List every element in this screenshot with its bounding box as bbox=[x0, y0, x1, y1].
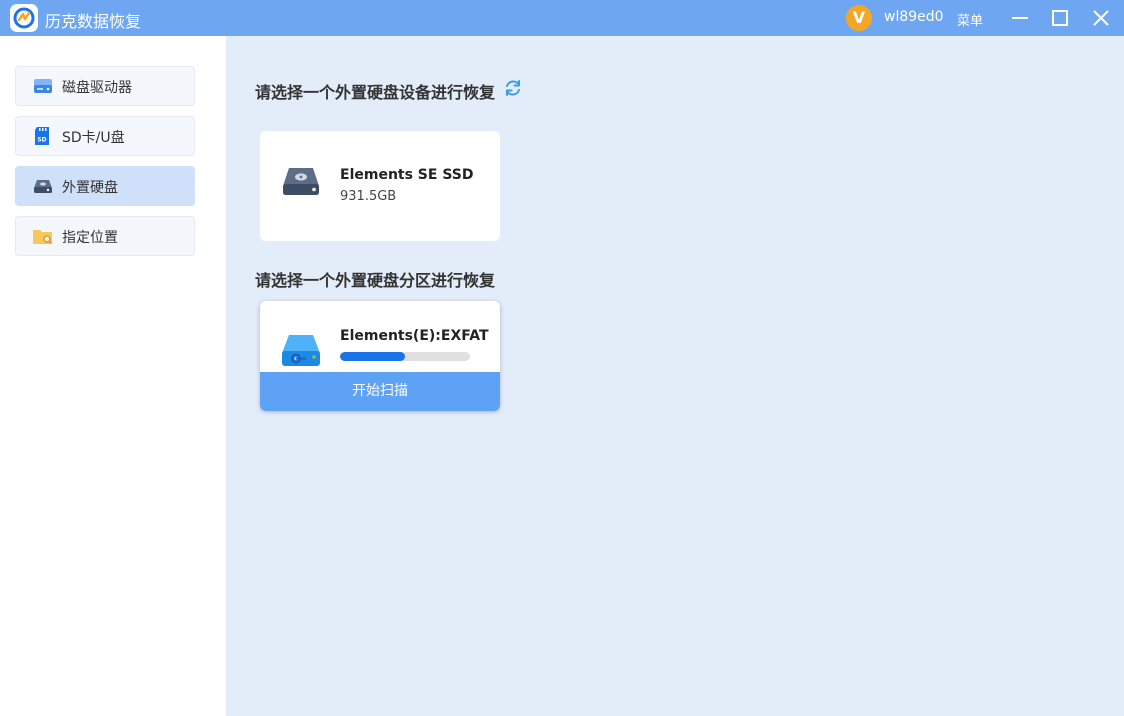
external-drive-icon bbox=[281, 166, 321, 202]
sidebar-item-specified-location[interactable]: 指定位置 bbox=[15, 216, 195, 256]
close-button[interactable] bbox=[1087, 4, 1115, 32]
sidebar: 磁盘驱动器 SD SD卡/U盘 外置硬盘 指定位置 bbox=[0, 36, 226, 716]
device-section-title: 请选择一个外置硬盘设备进行恢复 bbox=[255, 83, 496, 102]
external-drive-icon bbox=[32, 176, 54, 196]
partition-card[interactable]: Elements(E):EXFAT 开始扫描 bbox=[260, 301, 500, 411]
partition-drive-icon bbox=[280, 333, 322, 373]
folder-search-icon bbox=[32, 226, 54, 246]
close-icon bbox=[1093, 10, 1109, 26]
maximize-icon bbox=[1052, 10, 1068, 26]
minimize-button[interactable] bbox=[1006, 4, 1034, 32]
avatar[interactable]: V bbox=[846, 5, 872, 31]
sidebar-item-label: 外置硬盘 bbox=[62, 180, 118, 196]
app-title: 历克数据恢复 bbox=[45, 12, 142, 31]
partition-usage-bar bbox=[340, 352, 470, 361]
sidebar-item-disk-drives[interactable]: 磁盘驱动器 bbox=[15, 66, 195, 106]
sidebar-item-label: SD卡/U盘 bbox=[62, 130, 125, 146]
hard-drive-icon bbox=[32, 76, 54, 96]
partition-section-title: 请选择一个外置硬盘分区进行恢复 bbox=[255, 271, 496, 290]
sidebar-item-external-drive[interactable]: 外置硬盘 bbox=[15, 166, 195, 206]
sidebar-item-sd-card[interactable]: SD SD卡/U盘 bbox=[15, 116, 195, 156]
device-name: Elements SE SSD bbox=[340, 167, 474, 183]
device-size: 931.5GB bbox=[340, 189, 397, 204]
svg-text:SD: SD bbox=[37, 137, 46, 144]
title-bar: 历克数据恢复 V wl89ed0 菜单 bbox=[0, 0, 1124, 36]
sd-card-icon: SD bbox=[32, 126, 54, 146]
app-logo-icon bbox=[10, 4, 38, 32]
main-panel: 请选择一个外置硬盘设备进行恢复 Elements SE SSD 931.5GB … bbox=[226, 36, 1124, 716]
partition-usage-fill bbox=[340, 352, 405, 361]
device-card[interactable]: Elements SE SSD 931.5GB bbox=[260, 131, 500, 241]
sidebar-item-label: 指定位置 bbox=[62, 230, 118, 246]
partition-name: Elements(E):EXFAT bbox=[340, 328, 489, 344]
start-scan-button[interactable]: 开始扫描 bbox=[260, 372, 500, 411]
username[interactable]: wl89ed0 bbox=[884, 9, 944, 25]
minimize-icon bbox=[1012, 17, 1028, 19]
menu-button[interactable]: 菜单 bbox=[957, 10, 983, 29]
refresh-icon[interactable] bbox=[503, 78, 523, 98]
sidebar-item-label: 磁盘驱动器 bbox=[62, 80, 132, 96]
maximize-button[interactable] bbox=[1046, 4, 1074, 32]
